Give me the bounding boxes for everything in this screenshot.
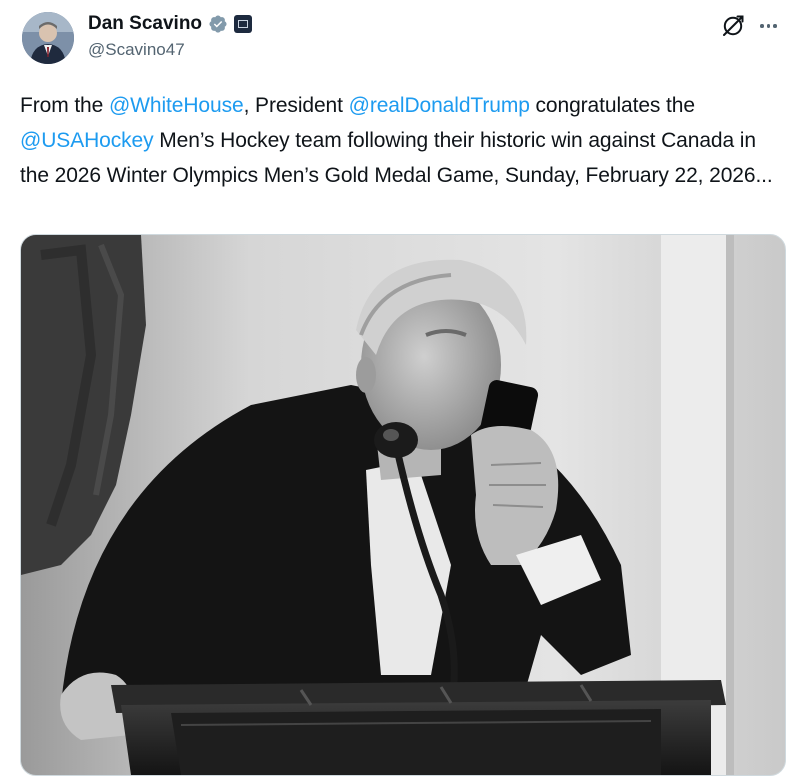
author-name-row: Dan Scavino [88, 13, 253, 35]
tweet-photo[interactable] [20, 234, 786, 776]
tweet-text-segment: , President [243, 94, 349, 117]
tweet-card: Dan Scavino @Scavino47 From the @WhiteHo… [0, 0, 800, 780]
affiliate-badge-icon[interactable] [234, 15, 253, 33]
tweet-text: From the @WhiteHouse, President @realDon… [20, 88, 790, 193]
mention-realdonaldtrump-link[interactable]: @realDonaldTrump [349, 94, 530, 117]
tweet-text-segment: From the [20, 94, 109, 117]
more-options-icon[interactable] [760, 14, 777, 38]
verified-badge-icon[interactable] [208, 14, 228, 34]
mention-whitehouse-link[interactable]: @WhiteHouse [109, 94, 244, 117]
avatar[interactable] [22, 12, 74, 64]
author-handle[interactable]: @Scavino47 [88, 40, 185, 60]
tweet-text-segment: congratulates the [529, 94, 696, 117]
author-display-name[interactable]: Dan Scavino [88, 13, 202, 35]
mention-usahockey-link[interactable]: @USAHockey [20, 129, 154, 152]
grok-icon[interactable] [720, 13, 746, 39]
